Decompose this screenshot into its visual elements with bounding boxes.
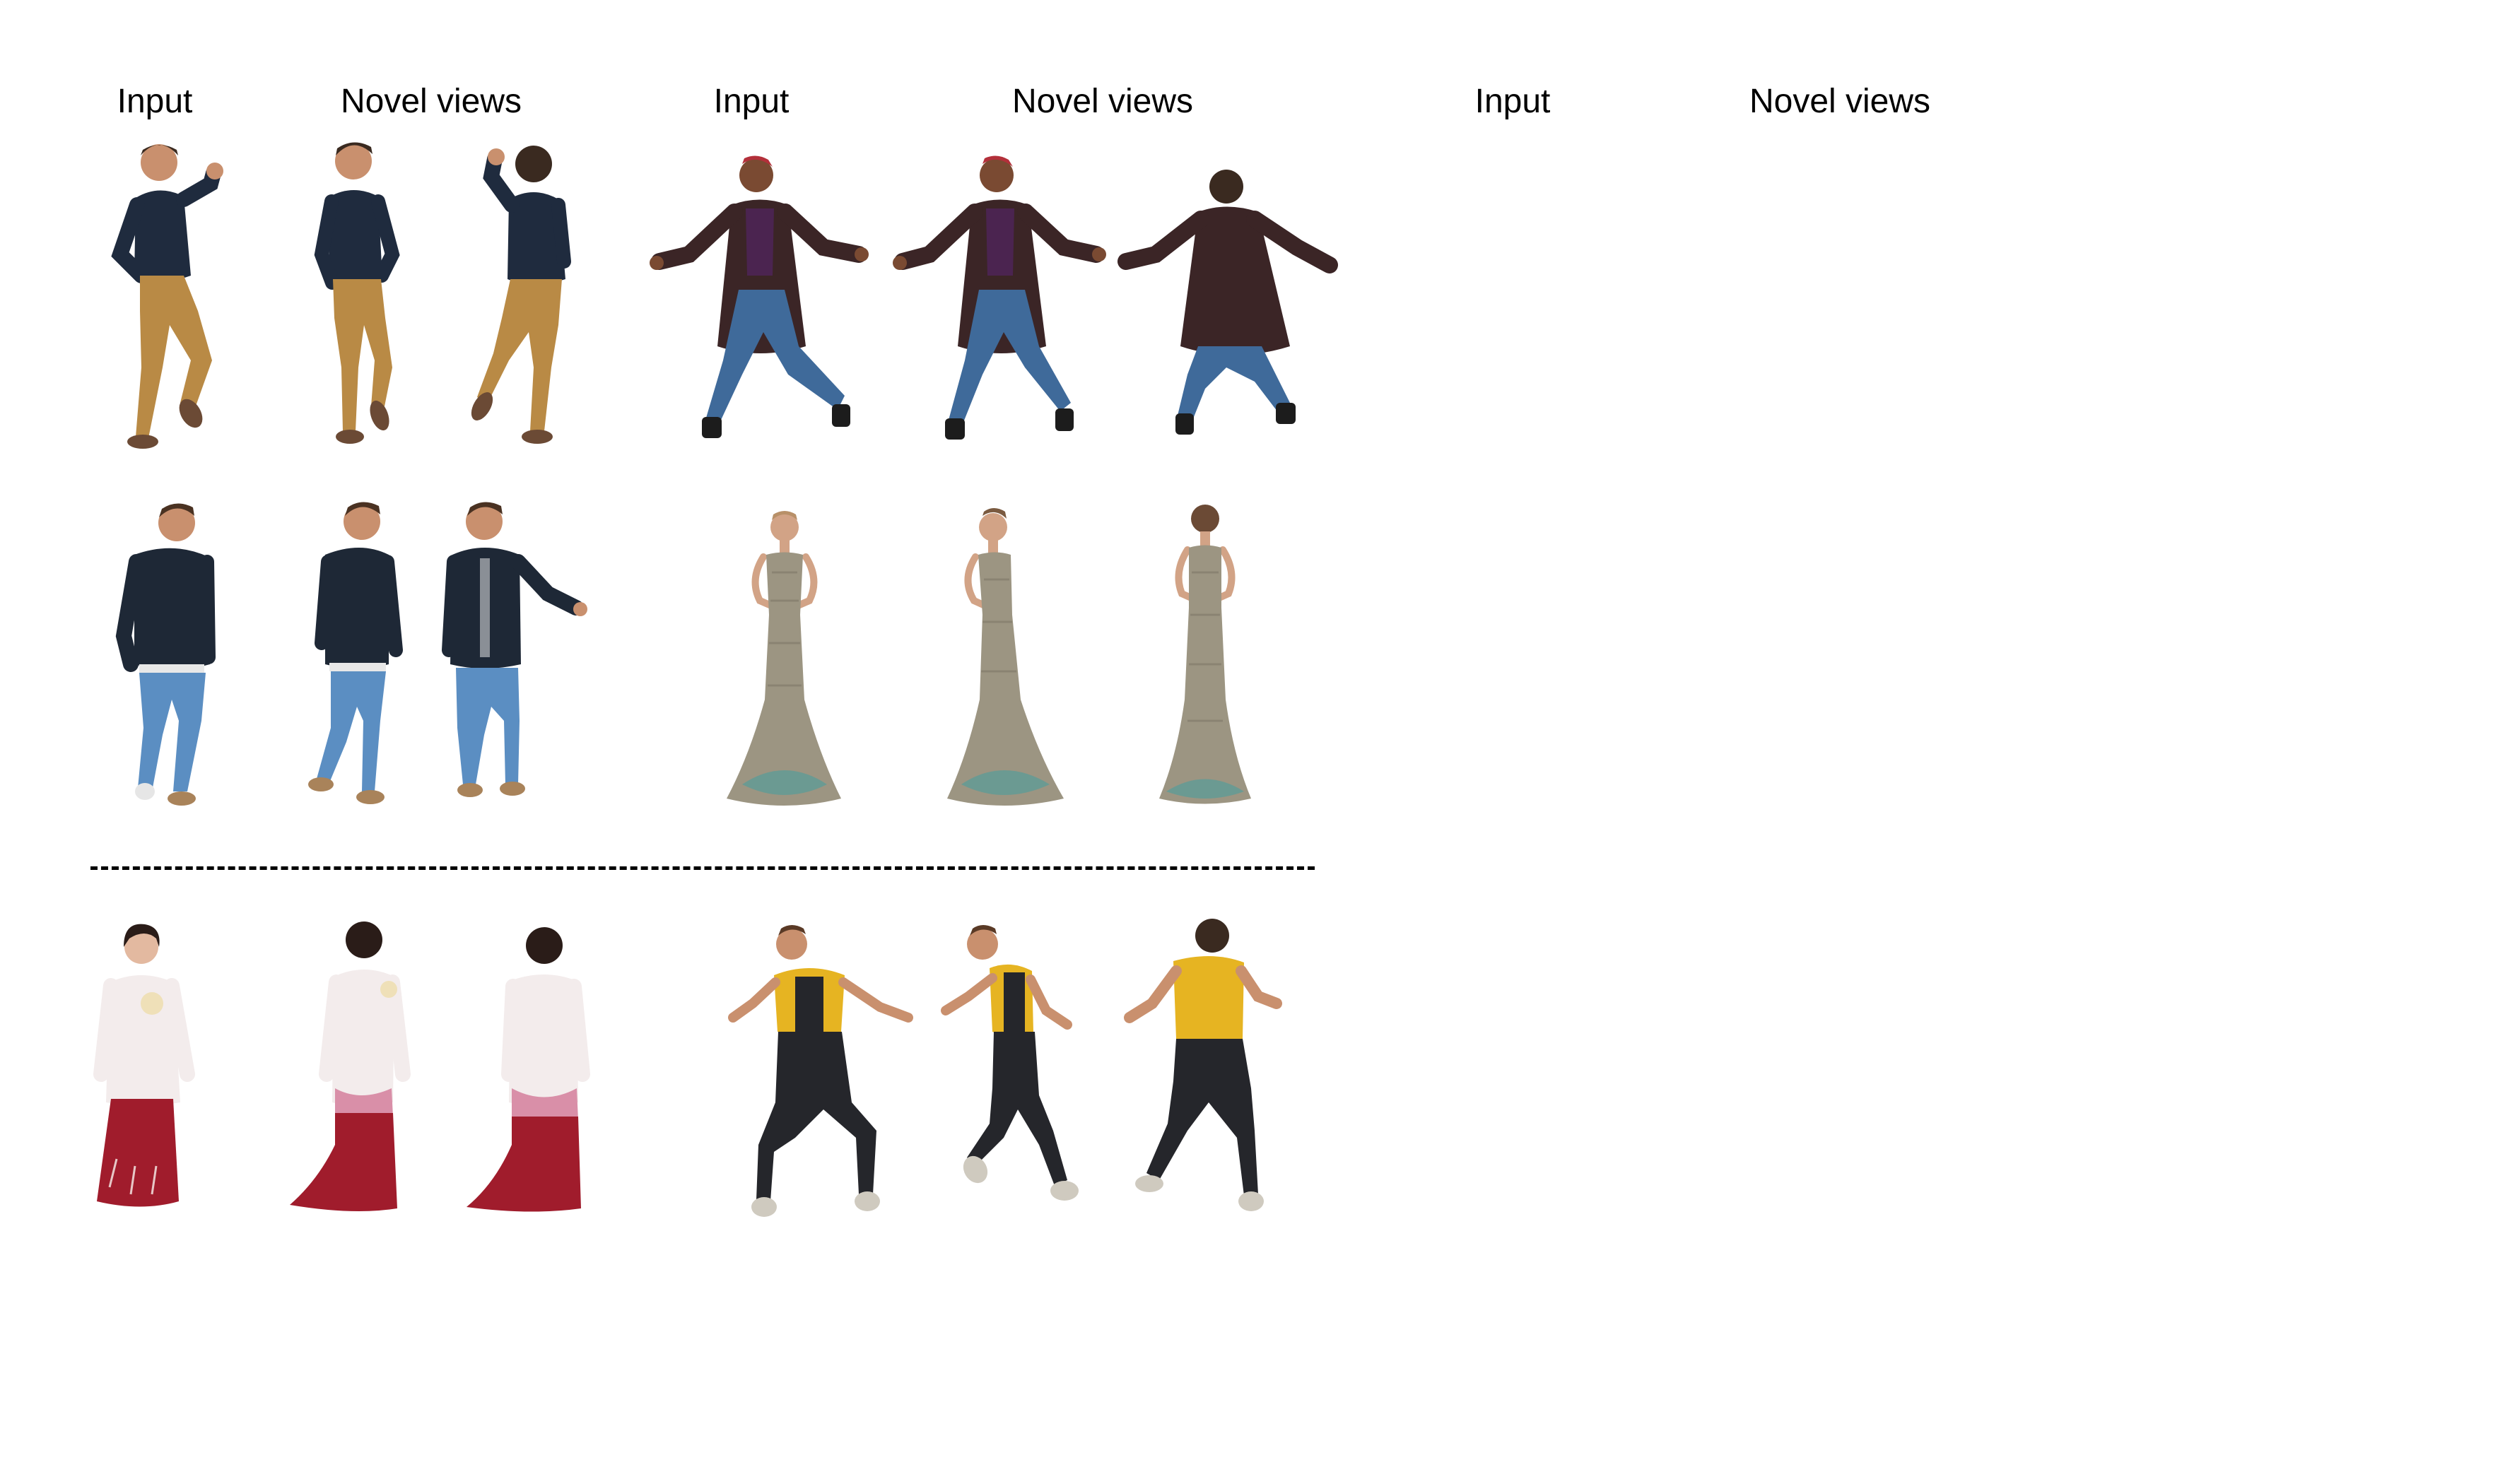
figure-jacket-man-input <box>115 503 216 806</box>
figure-gown-woman-novel-view-2 <box>1159 505 1251 804</box>
figure-overalls-man-input <box>728 925 913 1217</box>
column-label-novel-views: Novel views <box>1011 83 1194 120</box>
figure-gown-woman-input <box>727 511 841 806</box>
figure-hanfu-woman-novel-view-1 <box>290 921 411 1211</box>
figure-jacket-man-novel-view-1 <box>308 502 403 804</box>
figure-coat-man-novel-view-2 <box>1117 170 1338 435</box>
figure-hanfu-woman-novel-view-2 <box>467 927 590 1212</box>
figure-overalls-man-novel-view-2 <box>1124 919 1282 1211</box>
figure-sweater-man-novel-view-2 <box>471 146 571 444</box>
column-label-input: Input <box>117 83 193 120</box>
figure-overalls-man-novel-view-1 <box>941 925 1079 1201</box>
dashed-divider <box>90 866 1315 870</box>
column-label-input: Input <box>713 83 790 120</box>
figure-jacket-man-novel-view-2 <box>442 502 587 797</box>
column-label-novel-views: Novel views <box>340 83 522 120</box>
figure-sweater-man-novel-view-1 <box>314 142 400 444</box>
column-label-input: Input <box>1474 83 1551 120</box>
figure-coat-man-input <box>650 155 869 438</box>
figure-coat-man-novel-view-1 <box>893 155 1106 440</box>
column-label-novel-views: Novel views <box>1749 83 1931 120</box>
figure-sweater-man-input <box>111 144 223 449</box>
figure-hanfu-woman-input <box>93 924 195 1207</box>
figure-gown-woman-novel-view-1 <box>947 508 1064 806</box>
